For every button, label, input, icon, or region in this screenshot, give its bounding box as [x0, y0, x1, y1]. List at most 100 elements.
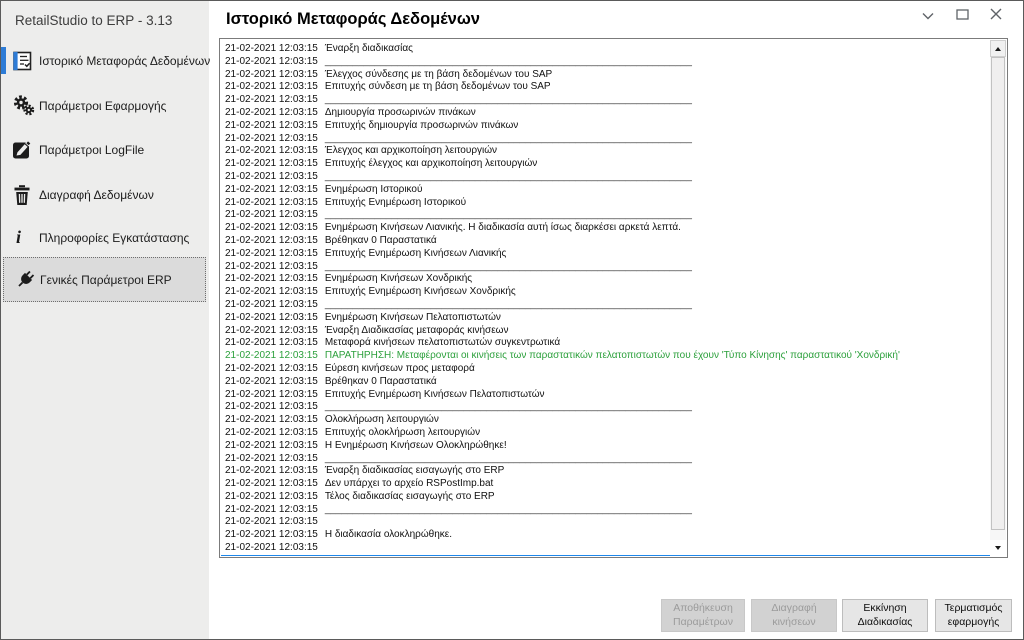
log-row[interactable]: 21-02-2021 12:03:15Βρέθηκαν 0 Παραστατικ… [221, 376, 990, 389]
log-row[interactable]: 21-02-2021 12:03:15ΠΑΡΑΤΗΡΗΣΗ: Μεταφέρον… [221, 350, 990, 363]
log-message: Μεταφορά κινήσεων πελατοπιστωτών συγκεντ… [325, 337, 560, 348]
log-message: Επιτυχής δημιουργία προσωρινών πινάκων [325, 120, 518, 131]
sidebar-item-label: Γενικές Παράμετροι ERP [40, 273, 172, 287]
log-timestamp: 21-02-2021 12:03:15 [225, 504, 318, 515]
log-row[interactable]: 21-02-2021 12:03:15Δημιουργία προσωρινών… [221, 107, 990, 120]
scrollbar-down-button[interactable] [990, 540, 1006, 556]
log-row[interactable]: 21-02-2021 12:03:15 Επιτυχής σύνδεση με τ… [221, 81, 990, 94]
log-message: Έλεγχος και αρχικοποίηση λειτουργιών [325, 145, 497, 156]
log-row[interactable]: 21-02-2021 12:03:15 Τέλος διαδικασίας εισ… [221, 491, 990, 504]
log-row[interactable]: 21-02-2021 12:03:15Έναρξη διαδικασίας [221, 43, 990, 56]
log-timestamp: 21-02-2021 12:03:15 [225, 427, 318, 438]
sidebar-item-label: Παράμετροι Εφαρμογής [39, 99, 166, 113]
log-message: ________________________________________… [325, 453, 692, 464]
log-row[interactable]: 21-02-2021 12:03:15Επιτυχής έλεγχος και … [221, 158, 990, 171]
log-row[interactable]: 21-02-2021 12:03:15_____________________… [221, 401, 990, 414]
sidebar-item-logfile-parameters[interactable]: Παράμετροι LogFile [1, 136, 209, 163]
log-row[interactable]: 21-02-2021 12:03:15Έλεγχος σύνδεσης με τ… [221, 69, 990, 82]
sidebar-item-delete-data[interactable]: Διαγραφή Δεδομένων [1, 181, 209, 208]
log-row[interactable]: 21-02-2021 12:03:15_____________________… [221, 133, 990, 146]
log-timestamp: 21-02-2021 12:03:15 [225, 248, 318, 259]
log-timestamp: 21-02-2021 12:03:15 [225, 465, 318, 476]
sidebar-item-history[interactable]: Ιστορικό Μεταφοράς Δεδομένων [1, 47, 209, 74]
chevron-down-icon [922, 7, 934, 25]
log-row[interactable]: 21-02-2021 12:03:15 [221, 542, 990, 555]
log-row[interactable]: 21-02-2021 12:03:15Ενημέρωση Κινήσεων Χο… [221, 273, 990, 286]
log-row[interactable]: 21-02-2021 12:03:15 [221, 555, 990, 556]
log-row[interactable]: 21-02-2021 12:03:15Ενημέρωση Ιστορικού [221, 184, 990, 197]
save-parameters-button[interactable]: Αποθήκευση Παραμέτρων [661, 599, 745, 632]
log-row[interactable]: 21-02-2021 12:03:15Επιτυχής Ενημέρωση Κι… [221, 389, 990, 402]
delete-transactions-button[interactable]: Διαγραφή κινήσεων [751, 599, 837, 632]
log-message: Ενημέρωση Κινήσεων Χονδρικής [325, 273, 472, 284]
scrollbar-up-button[interactable] [990, 40, 1006, 57]
log-message: ΠΑΡΑΤΗΡΗΣΗ: Μεταφέρονται οι κινήσεις των… [325, 350, 900, 361]
log-row[interactable]: 21-02-2021 12:03:15Βρέθηκαν 0 Παραστατικ… [221, 235, 990, 248]
log-row[interactable]: 21-02-2021 12:03:15_____________________… [221, 56, 990, 69]
scrollbar[interactable] [990, 40, 1006, 556]
log-row[interactable]: 21-02-2021 12:03:15 Επιτυχής Ενημέρωση Κι… [221, 248, 990, 261]
log-message: Έναρξη διαδικασίας εισαγωγής στο ERP [325, 465, 504, 476]
log-message: Εύρεση κινήσεων προς μεταφορά [325, 363, 475, 374]
log-row[interactable]: 21-02-2021 12:03:15Ενημέρωση Κινήσεων Λι… [221, 222, 990, 235]
log-row[interactable]: 21-02-2021 12:03:15 Δεν υπάρχει το αρχείο… [221, 478, 990, 491]
log-row[interactable]: 21-02-2021 12:03:15_____________________… [221, 171, 990, 184]
gears-icon [12, 94, 39, 117]
log-row[interactable]: 21-02-2021 12:03:15Η διαδικασία ολοκληρώ… [221, 529, 990, 542]
log-message: Η Ενημέρωση Κινήσεων Ολοκληρώθηκε! [325, 440, 507, 451]
log-timestamp: 21-02-2021 12:03:15 [225, 56, 318, 67]
app-title: RetailStudio to ERP - 3.13 [15, 13, 172, 28]
log-row[interactable]: 21-02-2021 12:03:15Επιτυχής Ενημέρωση Κι… [221, 286, 990, 299]
window-controls [911, 5, 1013, 27]
log-row[interactable]: 21-02-2021 12:03:15Η Ενημέρωση Κινήσεων … [221, 440, 990, 453]
log-message: Επιτυχής Ενημέρωση Κινήσεων Λιανικής [325, 248, 506, 259]
sidebar-item-label: Πληροφορίες Εγκατάστασης [39, 231, 189, 245]
log-message: Η διαδικασία ολοκληρώθηκε. [325, 529, 452, 540]
log-message: ________________________________________… [325, 209, 692, 220]
log-message: Επιτυχής σύνδεση με τη βάση δεδομένων το… [325, 81, 551, 92]
sidebar-item-installation-info[interactable]: iΠληροφορίες Εγκατάστασης [1, 224, 209, 251]
close-icon [990, 7, 1002, 25]
log-timestamp: 21-02-2021 12:03:15 [225, 337, 318, 348]
log-row[interactable]: 21-02-2021 12:03:15_____________________… [221, 299, 990, 312]
log-row[interactable]: 21-02-2021 12:03:15 _____________________… [221, 504, 990, 517]
log-row[interactable]: 21-02-2021 12:03:15Ενημέρωση Κινήσεων Πε… [221, 312, 990, 325]
start-process-button[interactable]: Εκκίνηση Διαδικασίας [842, 599, 928, 632]
sidebar-item-app-parameters[interactable]: Παράμετροι Εφαρμογής [1, 92, 209, 119]
log-row[interactable]: 21-02-2021 12:03:15 Μεταφορά κινήσεων πελ… [221, 337, 990, 350]
page-title: Ιστορικό Μεταφοράς Δεδομένων [226, 10, 480, 29]
log-row[interactable]: 21-02-2021 12:03:15 Έλεγχος και αρχικοποί… [221, 145, 990, 158]
log-row[interactable]: 21-02-2021 12:03:15 Έναρξη διαδικασίας ει… [221, 465, 990, 478]
log-row[interactable]: 21-02-2021 12:03:15_____________________… [221, 261, 990, 274]
log-row[interactable]: 21-02-2021 12:03:15Επιτυχής ολοκλήρωση λ… [221, 427, 990, 440]
log-row[interactable]: 21-02-2021 12:03:15_____________________… [221, 94, 990, 107]
log-row[interactable]: 21-02-2021 12:03:15 Επιτυχής Ενημέρωση Ισ… [221, 197, 990, 210]
maximize-window-button[interactable] [945, 5, 979, 27]
log-timestamp: 21-02-2021 12:03:15 [225, 555, 318, 556]
log-message: ________________________________________… [325, 504, 692, 515]
log-timestamp: 21-02-2021 12:03:15 [225, 222, 318, 233]
exit-application-button[interactable]: Τερματισμός εφαρμογής [935, 599, 1012, 632]
log-timestamp: 21-02-2021 12:03:15 [225, 158, 318, 169]
log-timestamp: 21-02-2021 12:03:15 [225, 491, 318, 502]
log-timestamp: 21-02-2021 12:03:15 [225, 145, 318, 156]
log-timestamp: 21-02-2021 12:03:15 [225, 81, 318, 92]
log-timestamp: 21-02-2021 12:03:15 [225, 478, 318, 489]
log-row[interactable]: 21-02-2021 12:03:15_____________________… [221, 453, 990, 466]
sidebar-item-general-erp-parameters[interactable]: Γενικές Παράμετροι ERP [3, 257, 206, 302]
log-row[interactable]: 21-02-2021 12:03:15Ολοκλήρωση λειτουργιώ… [221, 414, 990, 427]
collapse-window-button[interactable] [911, 5, 945, 27]
log-timestamp: 21-02-2021 12:03:15 [225, 363, 318, 374]
log-row[interactable]: 21-02-2021 12:03:15Έναρξη Διαδικασίας με… [221, 325, 990, 338]
log-row[interactable]: 21-02-2021 12:03:15_____________________… [221, 209, 990, 222]
log-message: Επιτυχής Ενημέρωση Ιστορικού [325, 197, 466, 208]
log-message: Δεν υπάρχει το αρχείο RSPostImp.bat [325, 478, 493, 489]
scrollbar-thumb[interactable] [991, 57, 1005, 530]
log-row[interactable]: 21-02-2021 12:03:15 Εύρεση κινήσεων προς … [221, 363, 990, 376]
close-window-button[interactable] [979, 5, 1013, 27]
log-message: ________________________________________… [325, 133, 692, 144]
log-timestamp: 21-02-2021 12:03:15 [225, 197, 318, 208]
log-row[interactable]: 21-02-2021 12:03:15 [221, 516, 990, 529]
log-row[interactable]: 21-02-2021 12:03:15Επιτυχής δημιουργία π… [221, 120, 990, 133]
log-message: Τέλος διαδικασίας εισαγωγής στο ERP [325, 491, 495, 502]
